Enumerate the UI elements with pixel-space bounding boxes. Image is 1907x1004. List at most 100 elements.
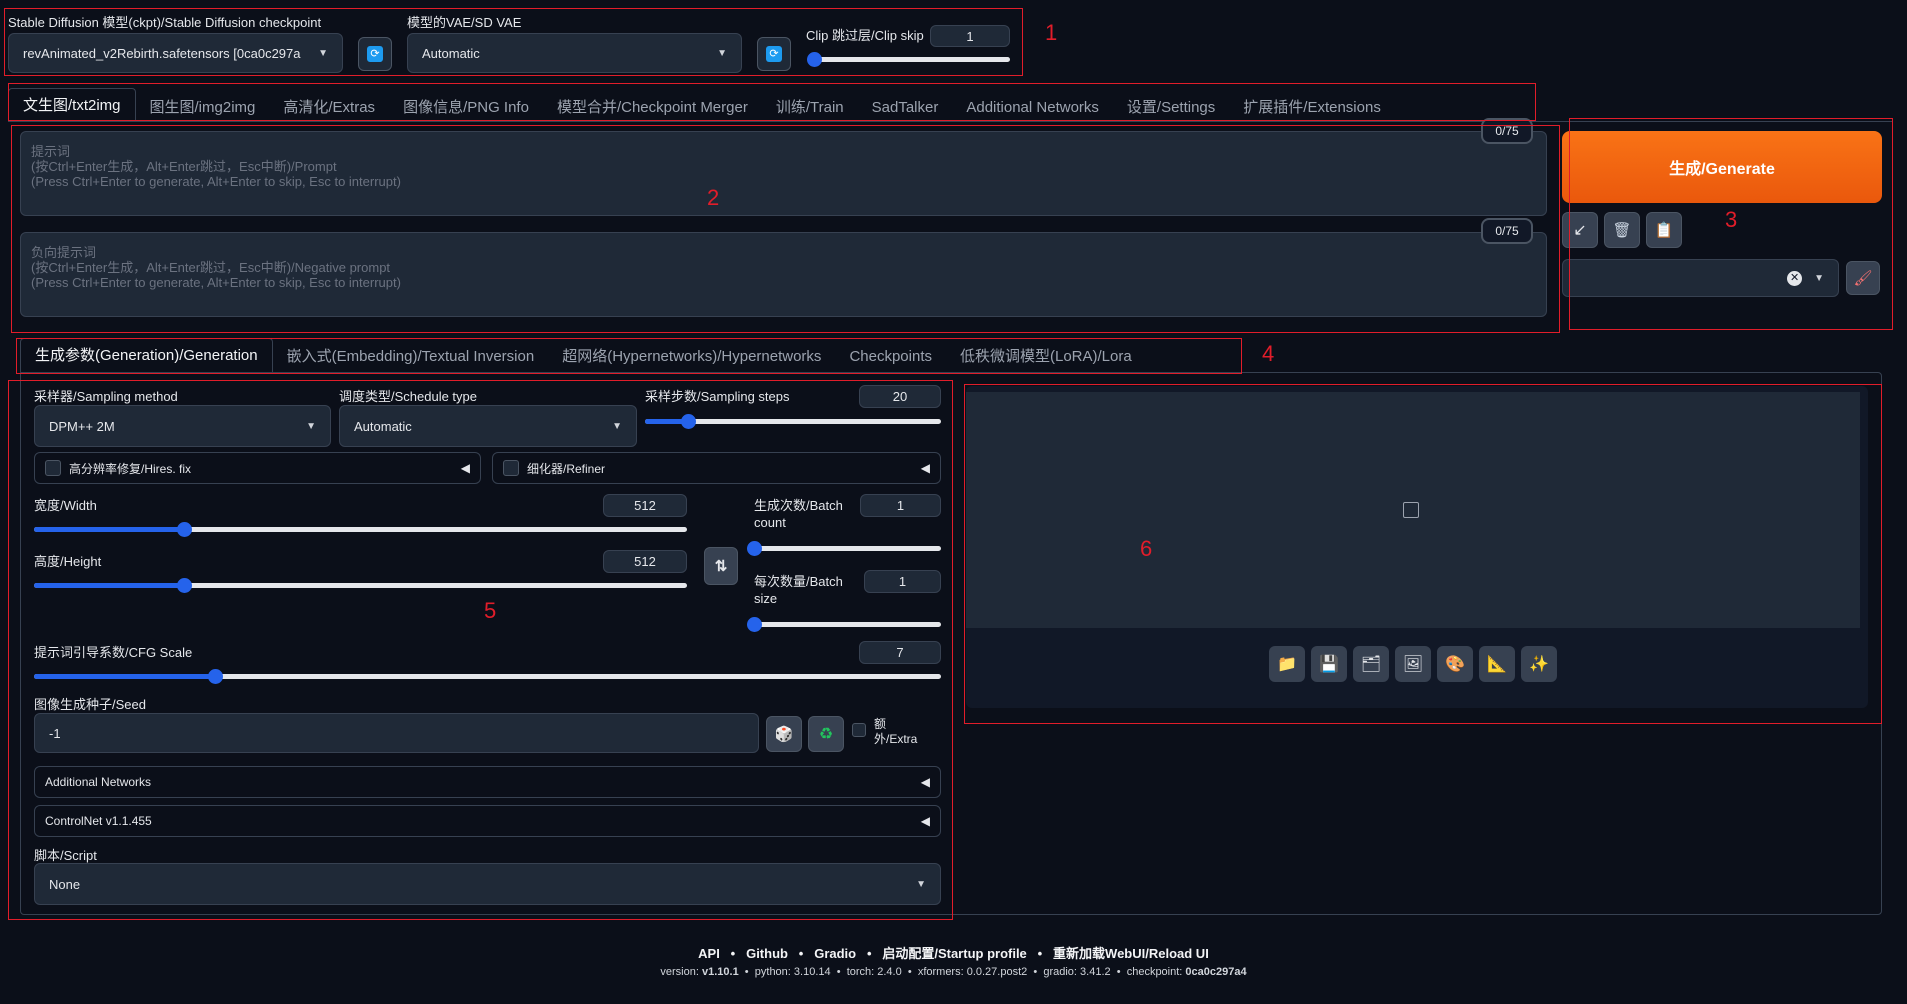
tab-settings[interactable]: 设置/Settings bbox=[1113, 94, 1229, 122]
tab-checkpoint-merger[interactable]: 模型合并/Checkpoint Merger bbox=[543, 94, 762, 122]
read-params-button[interactable]: ↙ bbox=[1562, 212, 1598, 248]
tab-extensions[interactable]: 扩展插件/Extensions bbox=[1229, 94, 1395, 122]
tab-extras[interactable]: 高清化/Extras bbox=[269, 94, 389, 122]
batch-size-slider[interactable] bbox=[747, 615, 941, 633]
arrow-down-left-icon: ↙ bbox=[1573, 222, 1587, 239]
batch-size-label-line2: size bbox=[754, 591, 778, 606]
clip-skip-slider[interactable] bbox=[807, 50, 1010, 68]
footer-link-api[interactable]: API bbox=[698, 946, 720, 961]
send-to-extras-button[interactable]: 📐 bbox=[1479, 646, 1515, 682]
save-button[interactable]: 💾 bbox=[1311, 646, 1347, 682]
clipboard-button[interactable]: 📋 bbox=[1646, 212, 1682, 248]
controlnet-accordion[interactable]: ControlNet v1.1.455 ◀ bbox=[34, 805, 941, 837]
python-version: python: 3.10.14 bbox=[754, 966, 831, 978]
random-seed-button[interactable]: 🎲 bbox=[766, 716, 802, 752]
batch-count-label-line2: count bbox=[754, 515, 786, 530]
tab-hypernetworks[interactable]: 超网络(Hypernetworks)/Hypernetworks bbox=[548, 342, 835, 372]
open-folder-button[interactable]: 📁 bbox=[1269, 646, 1305, 682]
clear-icon[interactable]: ✕ bbox=[1787, 270, 1803, 286]
width-slider[interactable] bbox=[34, 520, 687, 538]
footer-link-github[interactable]: Github bbox=[746, 946, 788, 961]
extra-seed-checkbox[interactable] bbox=[852, 723, 866, 737]
prompt-textarea[interactable]: 提示词 (按Ctrl+Enter生成，Alt+Enter跳过，Esc中断)/Pr… bbox=[20, 131, 1547, 216]
schedule-label: 调度类型/Schedule type bbox=[339, 389, 478, 404]
height-input[interactable]: 512 bbox=[603, 550, 687, 573]
prompt-placeholder-line: (Press Ctrl+Enter to generate, Alt+Enter… bbox=[31, 174, 401, 189]
chevron-down-icon: ▼ bbox=[318, 47, 328, 59]
send-to-inpaint-button[interactable]: 🎨 bbox=[1437, 646, 1473, 682]
batch-size-input[interactable]: 1 bbox=[864, 570, 941, 593]
steps-slider[interactable] bbox=[645, 412, 941, 430]
seed-value: -1 bbox=[49, 725, 61, 741]
height-slider[interactable] bbox=[34, 576, 687, 594]
footer-link-gradio[interactable]: Gradio bbox=[814, 946, 856, 961]
main-tabs: 文生图/txt2img 图生图/img2img 高清化/Extras 图像信息/… bbox=[8, 88, 1536, 122]
slider-handle[interactable] bbox=[807, 52, 822, 67]
steps-input[interactable]: 20 bbox=[859, 385, 941, 408]
slider-handle[interactable] bbox=[177, 522, 193, 537]
annotation-number-5: 5 bbox=[484, 598, 497, 623]
tab-sadtalker[interactable]: SadTalker bbox=[858, 94, 953, 122]
palette-icon: 🎨 bbox=[1445, 656, 1465, 673]
trash-button[interactable]: 🗑 bbox=[1604, 212, 1640, 248]
tab-checkpoints[interactable]: Checkpoints bbox=[835, 342, 946, 372]
refiner-label: 细化器/Refiner bbox=[527, 461, 606, 476]
width-input[interactable]: 512 bbox=[603, 494, 687, 517]
tab-generation[interactable]: 生成参数(Generation)/Generation bbox=[20, 338, 273, 372]
swap-dimensions-button[interactable]: ⇅ bbox=[704, 547, 738, 585]
generate-button[interactable]: 生成/Generate bbox=[1562, 131, 1882, 203]
tab-txt2img[interactable]: 文生图/txt2img bbox=[8, 88, 136, 122]
tab-textual-inversion[interactable]: 嵌入式(Embedding)/Textual Inversion bbox=[273, 342, 549, 372]
seed-input[interactable]: -1 bbox=[34, 713, 759, 753]
checkpoint-dropdown[interactable]: revAnimated_v2Rebirth.safetensors [0ca0c… bbox=[8, 33, 343, 73]
batch-size-label-line1: 每次数量/Batch bbox=[754, 574, 843, 589]
hires-fix-checkbox[interactable] bbox=[45, 460, 61, 476]
upscale-button[interactable]: ✨ bbox=[1521, 646, 1557, 682]
footer-link-reload-ui[interactable]: 重新加载WebUI/Reload UI bbox=[1053, 946, 1209, 961]
slider-handle[interactable] bbox=[208, 669, 224, 684]
collapse-triangle-icon: ◀ bbox=[920, 814, 930, 828]
output-toolbar: 📁 💾 🗂 🖼 🎨 📐 ✨ bbox=[1269, 646, 1557, 682]
checkpoint-hash: 0ca0c297a4 bbox=[1185, 966, 1247, 978]
footer-link-startup-profile[interactable]: 启动配置/Startup profile bbox=[882, 946, 1026, 961]
schedule-dropdown[interactable]: Automatic ▼ bbox=[339, 405, 637, 447]
slider-handle[interactable] bbox=[177, 578, 193, 593]
refresh-vae-button[interactable]: ⟳ bbox=[757, 37, 791, 71]
negative-placeholder-line: 负向提示词 bbox=[31, 245, 97, 260]
annotation-number-6: 6 bbox=[1140, 536, 1153, 561]
slider-handle[interactable] bbox=[747, 541, 762, 556]
cfg-slider[interactable] bbox=[34, 667, 941, 685]
floppy-disk-icon: 💾 bbox=[1319, 656, 1339, 673]
cfg-input[interactable]: 7 bbox=[859, 641, 941, 664]
tab-png-info[interactable]: 图像信息/PNG Info bbox=[389, 94, 543, 122]
edit-styles-button[interactable]: 🖌 bbox=[1846, 261, 1880, 295]
trash-icon: 🗑 bbox=[1612, 222, 1632, 239]
send-to-img2img-button[interactable]: 🖼 bbox=[1395, 646, 1431, 682]
refiner-checkbox[interactable] bbox=[503, 460, 519, 476]
negative-prompt-textarea[interactable]: 负向提示词 (按Ctrl+Enter生成，Alt+Enter跳过，Esc中断)/… bbox=[20, 232, 1547, 317]
styles-dropdown[interactable]: ✕ ▼ bbox=[1562, 259, 1839, 297]
refresh-checkpoint-button[interactable]: ⟳ bbox=[358, 37, 392, 71]
tab-lora[interactable]: 低秩微调模型(LoRA)/Lora bbox=[946, 342, 1146, 372]
reuse-seed-button[interactable]: ♻ bbox=[808, 716, 844, 752]
batch-count-input[interactable]: 1 bbox=[860, 494, 941, 517]
swap-arrows-icon: ⇅ bbox=[714, 558, 728, 575]
additional-networks-accordion[interactable]: Additional Networks ◀ bbox=[34, 766, 941, 798]
slider-handle[interactable] bbox=[681, 414, 697, 429]
tab-additional-networks[interactable]: Additional Networks bbox=[952, 94, 1113, 122]
batch-count-slider[interactable] bbox=[747, 539, 941, 557]
collapse-triangle-icon: ◀ bbox=[460, 461, 470, 475]
tab-img2img[interactable]: 图生图/img2img bbox=[136, 94, 270, 122]
sampler-dropdown[interactable]: DPM++ 2M ▼ bbox=[34, 405, 331, 447]
slider-handle[interactable] bbox=[747, 617, 762, 632]
clip-skip-input[interactable]: 1 bbox=[930, 25, 1010, 47]
hires-fix-accordion[interactable]: 高分辨率修复/Hires. fix ◀ bbox=[34, 452, 481, 484]
tab-train[interactable]: 训练/Train bbox=[762, 94, 858, 122]
sub-tabs: 生成参数(Generation)/Generation 嵌入式(Embeddin… bbox=[20, 338, 1240, 372]
refiner-accordion[interactable]: 细化器/Refiner ◀ bbox=[492, 452, 941, 484]
checkpoint-value: revAnimated_v2Rebirth.safetensors [0ca0c… bbox=[23, 45, 301, 61]
batch-count-label-line1: 生成次数/Batch bbox=[754, 498, 843, 513]
script-dropdown[interactable]: None ▼ bbox=[34, 863, 941, 905]
vae-dropdown[interactable]: Automatic ▼ bbox=[407, 33, 742, 73]
zip-button[interactable]: 🗂 bbox=[1353, 646, 1389, 682]
